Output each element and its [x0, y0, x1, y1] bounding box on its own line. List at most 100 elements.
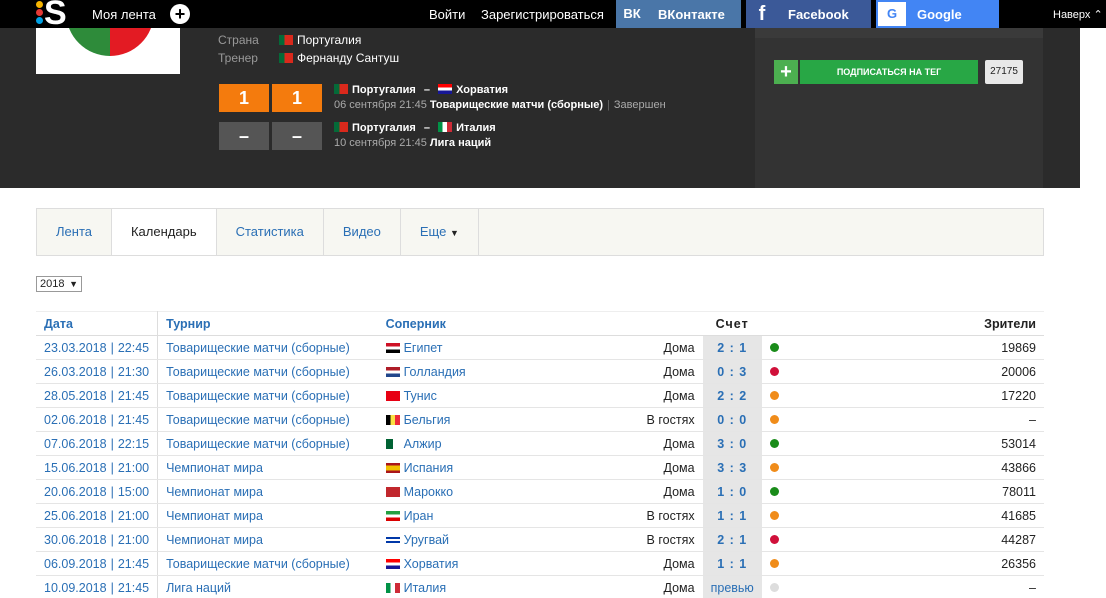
match-date[interactable]: 30.06.2018 | 21:00: [36, 527, 159, 552]
match-score[interactable]: 1 : 0: [702, 479, 762, 504]
tournament-link[interactable]: Лига наций: [157, 575, 378, 598]
portugal-flag-icon: [279, 35, 293, 45]
opponent-link[interactable]: Испания: [377, 455, 508, 480]
opponent-link[interactable]: Бельгия: [377, 407, 508, 432]
flag-icon: [385, 558, 400, 569]
match-score[interactable]: 2 : 2: [702, 383, 762, 408]
flag-icon: [385, 414, 400, 425]
table-row: 20.06.2018 | 15:00 Чемпионат мира Марокко Дом…: [36, 479, 1044, 504]
facebook-login-button[interactable]: f Facebook: [746, 0, 871, 28]
match-date[interactable]: 15.06.2018 | 21:00: [36, 455, 159, 480]
match-date[interactable]: 25.06.2018 | 21:00: [36, 503, 159, 528]
result-dot: [769, 390, 779, 400]
match-date[interactable]: 23.03.2018 | 22:45: [36, 335, 159, 360]
subscribe-button[interactable]: ПОДПИСАТЬСЯ НА ТЕГ: [800, 60, 978, 84]
coach-value[interactable]: Фернанду Сантуш: [279, 51, 399, 65]
match-date[interactable]: 20.06.2018 | 15:00: [36, 479, 159, 504]
match-teams[interactable]: Португалия – Италия: [334, 122, 496, 134]
match-score-away[interactable]: –: [272, 122, 322, 150]
tab-calendar[interactable]: Календарь: [111, 209, 217, 255]
tournament-link[interactable]: Чемпионат мира: [157, 503, 378, 528]
opponent-link[interactable]: Италия: [377, 575, 508, 598]
tab-more[interactable]: Еще ▼: [401, 209, 479, 255]
match-score[interactable]: 3 : 0: [702, 431, 762, 456]
result-dot: [769, 486, 779, 496]
opponent-link[interactable]: Египет: [377, 335, 508, 360]
flag-icon: [385, 342, 400, 353]
match-teams[interactable]: Португалия – Хорватия: [334, 84, 508, 96]
venue: Дома: [507, 431, 703, 456]
match-score[interactable]: 1 : 1: [702, 503, 762, 528]
flag-icon: [385, 462, 400, 473]
tab-statistics[interactable]: Статистика: [217, 209, 324, 255]
tournament-link[interactable]: Товарищеские матчи (сборные): [157, 383, 378, 408]
match-score-away[interactable]: 1: [272, 84, 322, 112]
venue: Дома: [507, 335, 703, 360]
opponent-link[interactable]: Алжир: [377, 431, 508, 456]
tab-video[interactable]: Видео: [324, 209, 401, 255]
vk-login-button[interactable]: ВК ВКонтакте: [616, 0, 741, 28]
match-score[interactable]: 2 : 1: [702, 335, 762, 360]
opponent-link[interactable]: Марокко: [377, 479, 508, 504]
header-opponent[interactable]: Соперник: [377, 311, 508, 336]
match-date[interactable]: 02.06.2018 | 21:45: [36, 407, 159, 432]
tab-feed[interactable]: Лента: [37, 209, 112, 255]
match-date[interactable]: 26.03.2018 | 21:30: [36, 359, 159, 384]
opponent-link[interactable]: Хорватия: [377, 551, 508, 576]
my-feed-link[interactable]: Моя лента: [92, 7, 156, 22]
match-date[interactable]: 06.09.2018 | 21:45: [36, 551, 159, 576]
flag-icon: [385, 534, 400, 545]
tournament-link[interactable]: Чемпионат мира: [157, 527, 378, 552]
country-value[interactable]: Португалия: [279, 33, 361, 47]
match-score[interactable]: 1 : 1: [702, 551, 762, 576]
opponent-link[interactable]: Тунис: [377, 383, 508, 408]
tournament-link[interactable]: Товарищеские матчи (сборные): [157, 359, 378, 384]
tournament-link[interactable]: Товарищеские матчи (сборные): [157, 431, 378, 456]
match-score[interactable]: 0 : 3: [702, 359, 762, 384]
match-date[interactable]: 10.09.2018 | 21:45: [36, 575, 159, 598]
match-score[interactable]: 3 : 3: [702, 455, 762, 480]
table-row: 15.06.2018 | 21:00 Чемпионат мира Испания Дом…: [36, 455, 1044, 480]
match-score-home[interactable]: –: [219, 122, 269, 150]
viewers: 41685: [791, 503, 1044, 528]
register-link[interactable]: Зарегистрироваться: [481, 7, 604, 22]
google-icon: G: [878, 2, 906, 26]
tournament-link[interactable]: Товарищеские матчи (сборные): [157, 407, 378, 432]
year-select[interactable]: 2018 ▼: [36, 276, 82, 292]
tournament-link[interactable]: Чемпионат мира: [157, 479, 378, 504]
match-score[interactable]: 2 : 1: [702, 527, 762, 552]
section-tabs: Лента Календарь Статистика Видео Еще ▼: [36, 208, 1044, 256]
tournament-link[interactable]: Товарищеские матчи (сборные): [157, 551, 378, 576]
tournament-link[interactable]: Чемпионат мира: [157, 455, 378, 480]
opponent-link[interactable]: Уругвай: [377, 527, 508, 552]
top-bar: S Моя лента + Войти Зарегистрироваться В…: [0, 0, 1106, 32]
match-date[interactable]: 28.05.2018 | 21:45: [36, 383, 159, 408]
table-row: 10.09.2018 | 21:45 Лига наций Италия Дома прев…: [36, 575, 1044, 598]
site-logo[interactable]: S: [36, 0, 68, 32]
flag-icon: [385, 510, 400, 521]
match-score-home[interactable]: 1: [219, 84, 269, 112]
viewers: 26356: [791, 551, 1044, 576]
header-date[interactable]: Дата: [36, 311, 159, 336]
add-icon[interactable]: +: [170, 4, 190, 24]
header-tournament[interactable]: Турнир: [157, 311, 378, 336]
match-score[interactable]: превью: [702, 575, 762, 598]
opponent-link[interactable]: Голландия: [377, 359, 508, 384]
header-viewers[interactable]: Зрители: [791, 311, 1044, 336]
chevron-down-icon: ▼: [449, 228, 459, 238]
match-score[interactable]: 0 : 0: [702, 407, 762, 432]
venue: Дома: [507, 359, 703, 384]
viewers: 20006: [791, 359, 1044, 384]
match-meta: 10 сентября 21:45 Лига наций: [334, 137, 492, 149]
google-login-button[interactable]: G Google: [876, 0, 999, 28]
table-row: 02.06.2018 | 21:45 Товарищеские матчи (сбор…: [36, 407, 1044, 432]
result-dot: [769, 510, 779, 520]
plus-icon[interactable]: +: [774, 60, 798, 84]
login-link[interactable]: Войти: [429, 7, 465, 22]
result-dot: [769, 558, 779, 568]
opponent-link[interactable]: Иран: [377, 503, 508, 528]
tournament-link[interactable]: Товарищеские матчи (сборные): [157, 335, 378, 360]
header-score[interactable]: Счет: [702, 311, 762, 336]
match-date[interactable]: 07.06.2018 | 22:15: [36, 431, 159, 456]
scroll-top-link[interactable]: Наверх ⌃: [1053, 8, 1103, 21]
